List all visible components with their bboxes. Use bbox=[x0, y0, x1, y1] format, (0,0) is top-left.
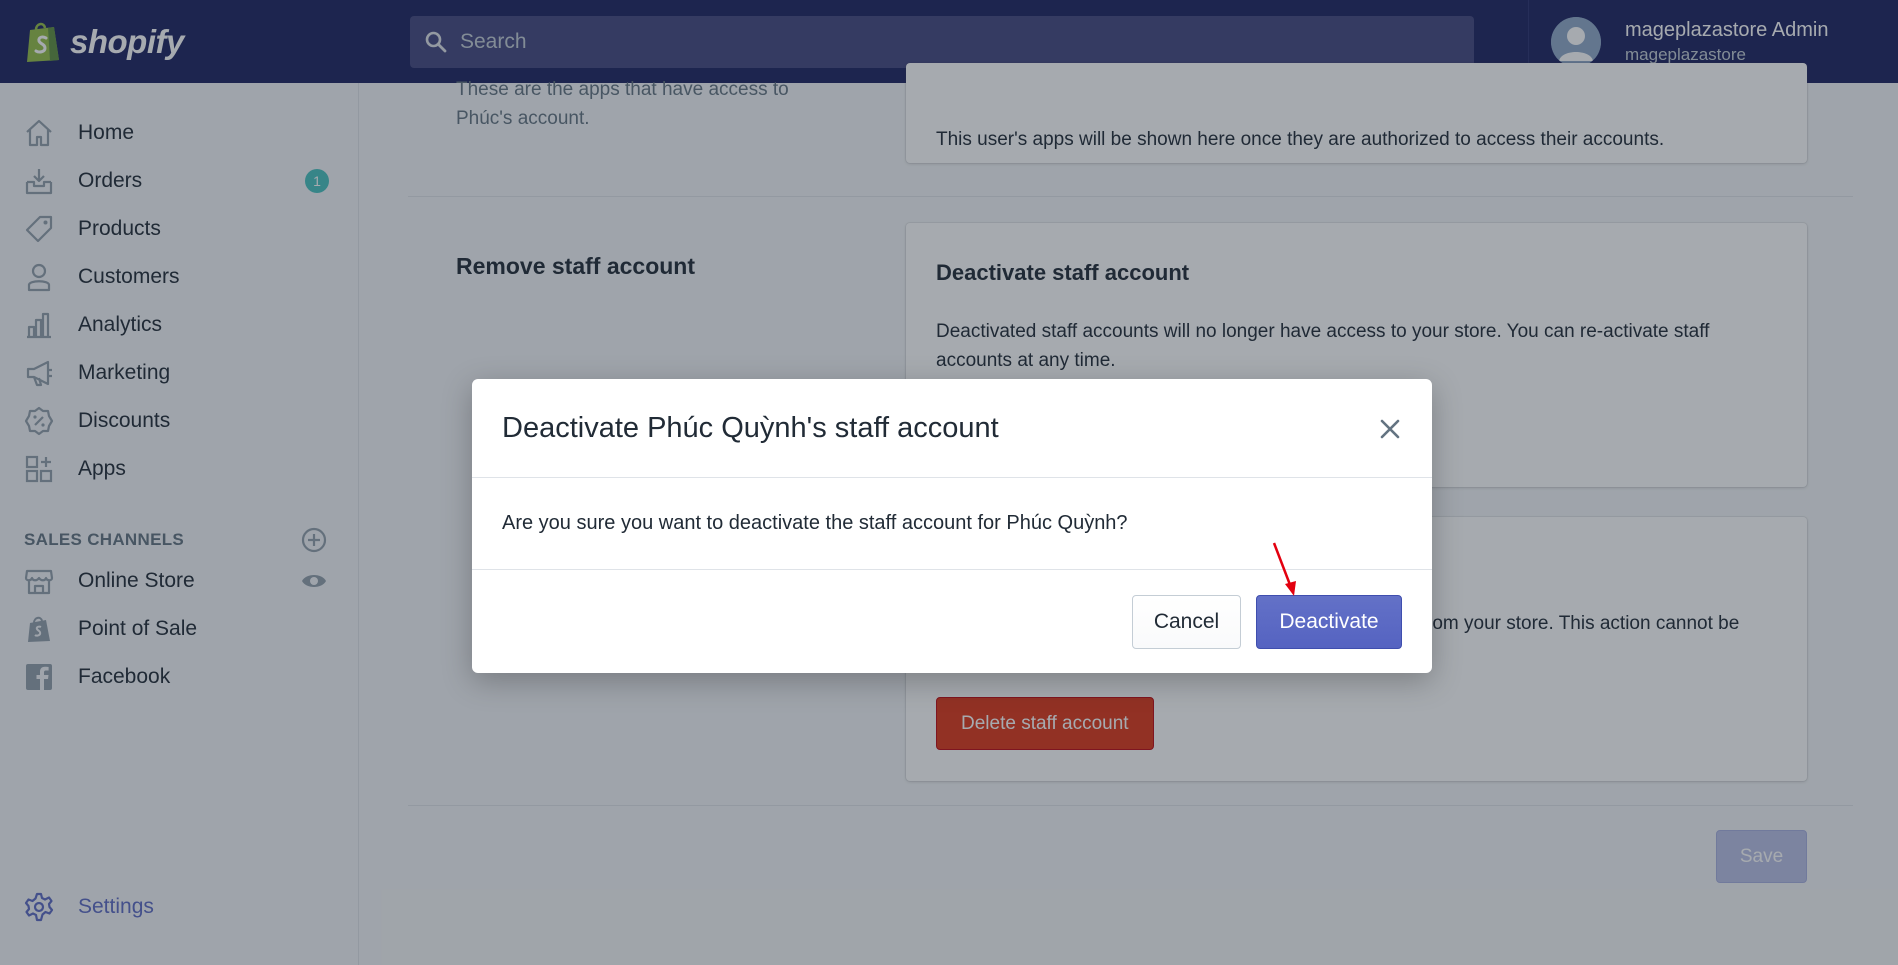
cancel-button[interactable]: Cancel bbox=[1132, 595, 1241, 649]
modal-header: Deactivate Phúc Quỳnh's staff account bbox=[472, 379, 1432, 478]
deactivate-button[interactable]: Deactivate bbox=[1256, 595, 1402, 649]
deactivate-modal: Deactivate Phúc Quỳnh's staff account Ar… bbox=[472, 379, 1432, 673]
modal-message: Are you sure you want to deactivate the … bbox=[502, 512, 1128, 534]
annotation-arrow-icon bbox=[1272, 542, 1296, 596]
close-icon[interactable] bbox=[1378, 417, 1402, 441]
modal-title: Deactivate Phúc Quỳnh's staff account bbox=[502, 411, 999, 444]
